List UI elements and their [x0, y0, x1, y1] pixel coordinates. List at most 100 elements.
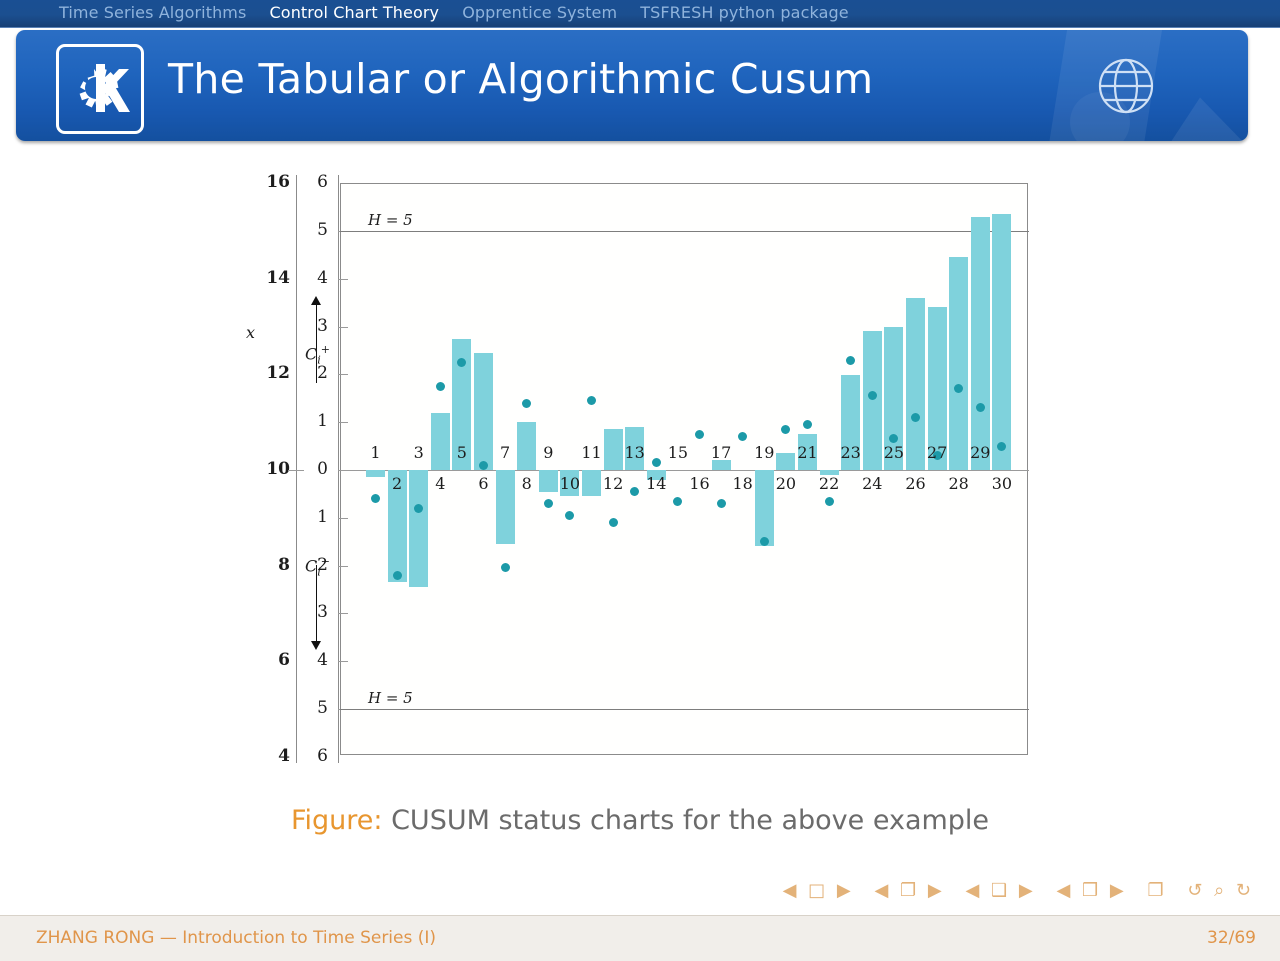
bar-label-6: 6 — [478, 474, 489, 493]
decision-limit-line-lower — [340, 709, 1029, 710]
section-navigation-bar: Time Series Algorithms Control Chart The… — [0, 0, 1280, 28]
cusum-axis-tickmark-10 — [338, 661, 348, 663]
bar-label-28: 28 — [948, 474, 969, 493]
data-point-15 — [673, 496, 683, 506]
nav-item-time-series-algorithms[interactable]: Time Series Algorithms — [50, 3, 255, 22]
data-point-8 — [522, 398, 532, 408]
c-plus-arrow-head — [311, 296, 321, 305]
bar-30 — [992, 214, 1012, 470]
left-axis-label: x — [246, 323, 256, 342]
bar-20 — [776, 453, 796, 470]
bar-1 — [366, 470, 385, 478]
cusum-axis-tickmark-3 — [338, 326, 348, 328]
cusum-axis-tickmark-9 — [338, 613, 348, 615]
data-point-30 — [997, 441, 1007, 451]
bar-label-12: 12 — [602, 474, 624, 493]
last-frame-nav-icon[interactable]: ❐ — [1147, 880, 1166, 901]
cusum-axis-tick-0: 6 — [317, 172, 328, 193]
cusum-axis-tick-9: 3 — [317, 602, 328, 623]
cusum-axis-tick-1: 5 — [317, 220, 328, 240]
cusum-axis-tick-5: 1 — [317, 411, 328, 432]
left-x-axis-line — [296, 175, 297, 763]
bar-label-20: 20 — [775, 474, 797, 493]
back-forward-nav-icon[interactable]: ↺ ⌕ ↻ — [1187, 880, 1254, 901]
bar-label-23: 23 — [840, 443, 861, 462]
data-point-12 — [608, 518, 618, 528]
bar-3 — [409, 470, 429, 588]
prev-slide-nav-icon[interactable]: ◀ ❐ ▶ — [874, 880, 944, 901]
left-axis-tick-4: 4 — [278, 745, 290, 766]
bar-label-17: 17 — [710, 443, 732, 462]
bar-label-27: 27 — [926, 443, 948, 462]
nav-item-tsfresh-python-package[interactable]: TSFRESH python package — [631, 3, 857, 22]
decision-limit-label-lower: H = 5 — [368, 689, 413, 707]
decision-limit-label-upper: H = 5 — [368, 211, 413, 229]
bar-label-3: 3 — [413, 443, 424, 462]
prev-frame-nav-icon[interactable]: ◀ ❑ ▶ — [965, 880, 1035, 901]
bar-label-24: 24 — [862, 474, 883, 493]
next-frame-nav-icon[interactable]: ◀ ❒ ▶ — [1056, 880, 1126, 901]
footer-page-number: 32/69 — [1207, 928, 1256, 948]
bar-label-5: 5 — [456, 443, 467, 462]
bar-28 — [949, 257, 969, 470]
cusum-axis-tick-10: 4 — [317, 650, 328, 671]
bar-7 — [495, 470, 515, 545]
decision-limit-line-upper — [340, 231, 1029, 232]
bar-label-7: 7 — [500, 443, 511, 462]
bar-4 — [430, 412, 450, 470]
cusum-axis-tick-6: 0 — [317, 459, 328, 479]
nav-item-opprentice-system[interactable]: Opprentice System — [453, 3, 626, 22]
bar-label-14: 14 — [646, 474, 667, 493]
data-point-16 — [695, 429, 704, 439]
navigation-items: Time Series Algorithms Control Chart The… — [50, 3, 858, 22]
first-frame-nav-icon[interactable]: ◀ □ ▶ — [783, 880, 854, 901]
data-point-19 — [759, 537, 769, 547]
bar-label-29: 29 — [970, 443, 991, 462]
bar-9 — [538, 470, 558, 492]
data-point-21 — [803, 420, 812, 430]
bar-label-8: 8 — [521, 474, 532, 493]
slide-footer: ZHANG RONG — Introduction to Time Series… — [0, 915, 1280, 961]
cusum-axis-tickmark-8 — [338, 565, 348, 567]
cusum-axis-tickmark-2 — [338, 278, 348, 280]
bar-label-9: 9 — [543, 443, 554, 462]
bar-label-30: 30 — [991, 474, 1013, 493]
page-title: The Tabular or Algorithmic Cusum — [168, 55, 874, 103]
bar-19 — [754, 470, 774, 547]
cusum-axis-tick-7: 1 — [317, 506, 328, 527]
figure-caption-text: CUSUM status charts for the above exampl… — [391, 805, 990, 836]
figure-caption: Figure: CUSUM status charts for the abov… — [0, 805, 1280, 836]
left-axis-tick-16: 16 — [266, 172, 290, 193]
bar-26 — [906, 297, 925, 470]
kde-logo-icon — [56, 44, 144, 134]
bar-label-22: 22 — [818, 474, 840, 493]
data-point-22 — [824, 496, 834, 506]
bar-label-2: 2 — [392, 474, 403, 493]
data-point-4 — [435, 381, 445, 391]
beamer-navigation-icons: ◀ □ ▶ ◀ ❐ ▶ ◀ ❑ ▶ ◀ ❒ ▶ ❐ ↺ ⌕ ↻ — [777, 880, 1260, 904]
cusum-axis-tick-4: 2 — [317, 363, 328, 384]
bar-label-16: 16 — [689, 474, 710, 493]
cusum-axis-tickmark-4 — [338, 374, 348, 376]
globe-icon — [1098, 58, 1154, 114]
cusum-chart: Ci+ Ci− x 16 14 12 10 8 6 4 6 5 4 3 2 1 0 1 2 3 4 5 6 H = 5H… — [0, 155, 1280, 775]
bar-11 — [582, 470, 601, 497]
data-point-17 — [716, 498, 726, 508]
bar-label-10: 10 — [559, 474, 581, 493]
bar-label-13: 13 — [624, 443, 645, 462]
left-axis-tick-14: 14 — [266, 267, 290, 288]
cusum-axis-tickmark-5 — [338, 422, 348, 424]
slide-title-banner: The Tabular or Algorithmic Cusum — [16, 30, 1248, 141]
data-point-2 — [392, 570, 402, 580]
bar-29 — [970, 216, 990, 470]
bar-12 — [603, 429, 623, 470]
bar-label-18: 18 — [732, 474, 753, 493]
data-point-26 — [911, 412, 920, 422]
data-point-3 — [414, 503, 424, 513]
bar-label-15: 15 — [667, 443, 689, 462]
bar-label-1: 1 — [370, 443, 381, 462]
left-axis-tick-8: 8 — [278, 554, 290, 575]
nav-item-control-chart-theory[interactable]: Control Chart Theory — [261, 3, 449, 22]
cusum-axis-tick-3: 3 — [317, 315, 328, 336]
left-axis-tick-10: 10 — [266, 459, 290, 479]
